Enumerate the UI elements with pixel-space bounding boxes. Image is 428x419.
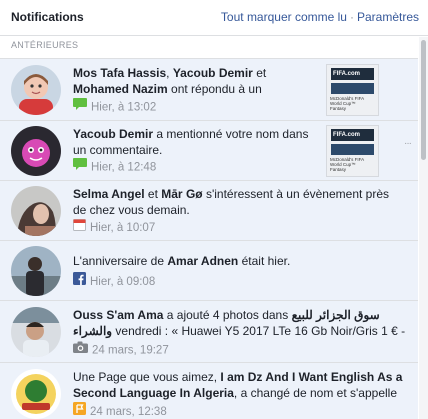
text-separator: et [252, 66, 267, 80]
actor-name[interactable]: Mos Tafa Hassis [73, 66, 166, 80]
avatar[interactable] [11, 369, 61, 419]
notification-item[interactable]: Une Page que vous aimez, I am Dz And I W… [0, 362, 418, 419]
avatar[interactable] [11, 246, 61, 296]
group-name[interactable]: والشراء [73, 324, 112, 338]
notifications-panel: Notifications Tout marquer comme lu · Para… [0, 0, 428, 419]
notification-text: Yacoub Demir a mentionné votre nom dans … [73, 126, 308, 158]
actor-name[interactable]: Mār Gø [161, 187, 202, 201]
notification-text: Selma Angel et Mār Gø s'intéressent à un… [73, 186, 389, 218]
notification-item[interactable]: Selma Angel et Mār Gø s'intéressent à un… [0, 180, 418, 240]
thumbnail-image [331, 83, 374, 94]
flag-icon [73, 402, 86, 419]
page-name[interactable]: I am Dz And I Want English As a [220, 370, 402, 384]
notification-time: 24 mars, 12:38 [90, 406, 167, 419]
notification-time: Hier, à 13:02 [91, 101, 157, 114]
more-options-icon[interactable]: ··· [404, 138, 412, 149]
comment-icon [73, 158, 87, 175]
thumbnail-image [331, 144, 374, 155]
notification-message: était hier. [238, 254, 291, 268]
notification-text: Mos Tafa Hassis, Yacoub Demir et Mohamed… [73, 65, 266, 97]
notification-thumbnail[interactable]: FIFA.com McDonald's FIFA World Cup™ Fanta… [326, 64, 379, 116]
calendar-icon [73, 218, 86, 236]
notification-meta: 24 mars, 12:38 [73, 402, 167, 419]
thumbnail-caption-line: McDonald's FIFA World Cup™ [330, 157, 364, 167]
notification-message: s'intéressent à un évènement près [202, 187, 390, 201]
avatar[interactable] [11, 65, 61, 115]
avatar[interactable] [11, 186, 61, 236]
notifications-header: Notifications Tout marquer comme lu · Para… [0, 0, 428, 36]
avatar[interactable] [11, 126, 61, 176]
text-separator: et [144, 187, 162, 201]
header-actions: Tout marquer comme lu · Paramètres [221, 10, 419, 24]
notification-item[interactable]: L'anniversaire de Amar Adnen était hier.… [0, 240, 418, 300]
page-name[interactable]: Second Language In Algeria [73, 386, 234, 400]
notification-text: Ouss S'am Ama a ajouté 4 photos dans سوق… [73, 307, 405, 339]
notification-meta: Hier, à 12:48 [73, 158, 157, 175]
thumbnail-caption: McDonald's FIFA World Cup™ Fantasy [330, 157, 376, 172]
text-separator: , [166, 66, 173, 80]
notification-message: de chez vous demain. [73, 203, 190, 217]
actor-name[interactable]: Amar Adnen [167, 254, 238, 268]
notification-message: Une Page que vous aimez, [73, 370, 221, 384]
scrollbar-thumb[interactable] [421, 40, 426, 160]
thumbnail-logo: FIFA.com [333, 132, 361, 138]
notification-message: vendredi : « Huawei Y5 2017 LTe 16 Gb No… [112, 324, 406, 338]
notification-time: 24 mars, 19:27 [92, 344, 169, 357]
notification-meta: Hier, à 10:07 [73, 219, 155, 235]
notification-meta: Hier, à 09:08 [73, 272, 156, 290]
notification-item[interactable]: Yacoub Demir a mentionné votre nom dans … [0, 120, 418, 180]
notification-message: , a changé de nom et s'appelle [233, 386, 397, 400]
notification-item[interactable]: Ouss S'am Ama a ajouté 4 photos dans سوق… [0, 300, 418, 362]
panel-title: Notifications [11, 10, 84, 24]
avatar[interactable] [11, 307, 61, 357]
mark-all-read-link[interactable]: Tout marquer comme lu [221, 10, 347, 24]
notification-meta: Hier, à 13:02 [73, 98, 157, 115]
actor-name[interactable]: Ouss S'am Ama [73, 308, 163, 322]
actor-name[interactable]: Selma Angel [73, 187, 145, 201]
notification-message: ont répondu à un [167, 82, 262, 96]
notification-message: a ajouté 4 photos dans [163, 308, 292, 322]
notification-message: un commentaire. [73, 143, 163, 157]
notification-time: Hier, à 10:07 [90, 222, 156, 235]
header-separator: · [349, 10, 354, 24]
thumbnail-caption-line: Fantasy [330, 106, 347, 111]
comment-icon [73, 98, 87, 115]
notification-message: L'anniversaire de [73, 254, 168, 268]
actor-name[interactable]: Mohamed Nazim [73, 82, 168, 96]
facebook-icon [73, 272, 86, 290]
notification-time: Hier, à 09:08 [90, 276, 156, 289]
thumbnail-caption: McDonald's FIFA World Cup™ Fantasy [330, 96, 376, 111]
settings-link[interactable]: Paramètres [357, 10, 419, 24]
notification-text: Une Page que vous aimez, I am Dz And I W… [73, 369, 402, 401]
section-label-earlier: ANTÉRIEURES [11, 40, 79, 50]
actor-name[interactable]: Yacoub Demir [173, 66, 253, 80]
notification-meta: 24 mars, 19:27 [73, 341, 169, 358]
notification-text: L'anniversaire de Amar Adnen était hier. [73, 253, 290, 269]
notification-item[interactable]: Mos Tafa Hassis, Yacoub Demir et Mohamed… [0, 58, 418, 120]
thumbnail-logo: FIFA.com [333, 71, 361, 77]
camera-icon [73, 341, 88, 358]
thumbnail-caption-line: McDonald's FIFA World Cup™ [330, 96, 364, 106]
thumbnail-caption-line: Fantasy [330, 167, 347, 172]
notification-time: Hier, à 12:48 [91, 161, 157, 174]
notification-message: a mentionné votre nom dans [153, 127, 309, 141]
group-name[interactable]: سوق الجزائر للبيع [292, 308, 380, 322]
actor-name[interactable]: Yacoub Demir [73, 127, 153, 141]
notification-thumbnail[interactable]: FIFA.com McDonald's FIFA World Cup™ Fanta… [326, 125, 379, 177]
